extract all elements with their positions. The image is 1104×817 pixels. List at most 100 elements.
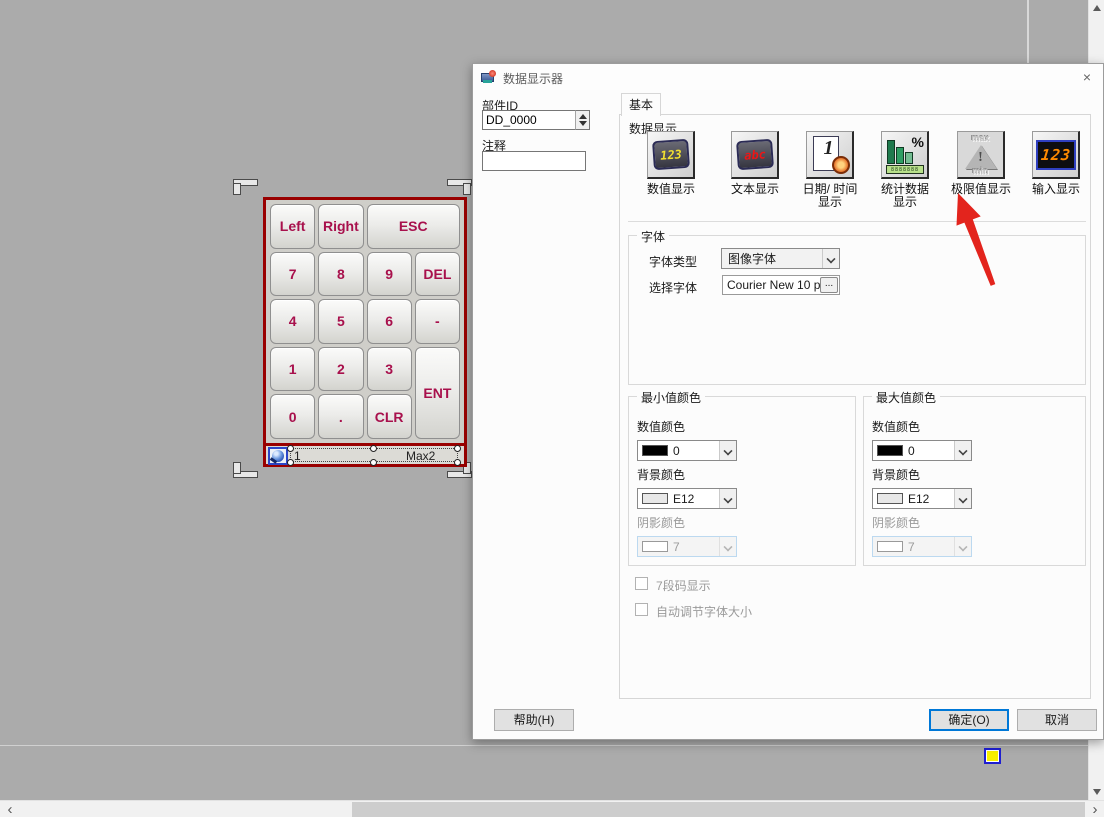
editor-canvas: ‹ › Left Right ESC 7 8 9 DEL 4 5 6 - 1 2… (0, 0, 1104, 817)
key-dot[interactable]: . (318, 394, 363, 439)
limit-display-part[interactable]: 1 Max2 (266, 443, 464, 464)
close-icon[interactable]: × (1079, 69, 1095, 85)
key-8[interactable]: 8 (318, 252, 363, 297)
max-bg-color-label: 背景颜色 (872, 466, 920, 483)
key-1[interactable]: 1 (270, 347, 315, 392)
key-minus[interactable]: - (415, 299, 460, 344)
part-id-input[interactable] (482, 110, 590, 130)
key-esc[interactable]: ESC (367, 204, 461, 249)
key-3[interactable]: 3 (367, 347, 412, 392)
browse-font-button[interactable]: ... (820, 277, 838, 293)
resize-handle[interactable] (370, 459, 377, 466)
scroll-left-icon[interactable]: ‹ (3, 802, 17, 817)
key-9[interactable]: 9 (367, 252, 412, 297)
chevron-down-icon[interactable] (719, 441, 736, 460)
max-shadow-color-select: 7 (872, 536, 972, 557)
resize-handle[interactable] (287, 459, 294, 466)
limit-value-icon: max ! min (957, 131, 1005, 179)
font-select-label: 选择字体 (649, 279, 697, 296)
checkbox-7segment-label: 7段码显示 (656, 577, 711, 594)
key-2[interactable]: 2 (318, 347, 363, 392)
input-display-icon: 123 (1032, 131, 1080, 179)
ok-button[interactable]: 确定(O) (929, 709, 1009, 731)
spinner-down-icon[interactable] (579, 121, 587, 126)
text-display-icon: abc (731, 131, 779, 179)
key-7[interactable]: 7 (270, 252, 315, 297)
key-4[interactable]: 4 (270, 299, 315, 344)
selection-corner-top-left[interactable] (233, 179, 257, 196)
font-select-box[interactable]: Courier New 10 pt ... (722, 275, 840, 295)
max-value-color-label: 数值颜色 (872, 418, 920, 435)
resize-handle[interactable] (287, 445, 294, 452)
max-color-caption: 最大值颜色 (872, 389, 940, 406)
limit-display-min-text: 1 (294, 449, 301, 463)
scroll-down-icon[interactable] (1093, 789, 1101, 795)
resize-handle[interactable] (370, 445, 377, 452)
key-6[interactable]: 6 (367, 299, 412, 344)
min-shadow-color-select: 7 (637, 536, 737, 557)
min-bg-color-select[interactable]: E12 (637, 488, 737, 509)
keypad-grid: Left Right ESC 7 8 9 DEL 4 5 6 - 1 2 3 E… (266, 200, 464, 443)
limit-display-max-text: Max2 (406, 449, 435, 463)
section-separator (628, 221, 1086, 222)
font-type-label: 字体类型 (649, 253, 697, 270)
cancel-button[interactable]: 取消 (1017, 709, 1097, 731)
type-numeric-display[interactable]: 123 数值显示 (633, 131, 709, 196)
dialog-titlebar[interactable]: 数据显示器 × (473, 64, 1103, 90)
scroll-up-icon[interactable] (1093, 5, 1101, 11)
key-right[interactable]: Right (318, 204, 363, 249)
key-0[interactable]: 0 (270, 394, 315, 439)
key-ent[interactable]: ENT (415, 347, 460, 439)
color-swatch (642, 541, 668, 552)
checkbox-icon[interactable] (635, 577, 648, 590)
horizontal-scrollbar[interactable]: ‹ › (0, 800, 1104, 817)
color-swatch (642, 493, 668, 504)
chevron-down-icon[interactable] (954, 489, 971, 508)
keypad-part[interactable]: Left Right ESC 7 8 9 DEL 4 5 6 - 1 2 3 E… (263, 197, 467, 467)
resize-handle[interactable] (454, 445, 461, 452)
max-shadow-color-label: 阴影颜色 (872, 514, 920, 531)
red-annotation-arrow (930, 185, 1010, 295)
font-type-select[interactable]: 图像字体 (721, 248, 840, 269)
chevron-down-icon (954, 537, 971, 556)
min-color-group: 最小值颜色 数值颜色 0 背景颜色 E12 阴影颜色 7 (628, 396, 856, 566)
chevron-down-icon[interactable] (954, 441, 971, 460)
checkbox-icon[interactable] (635, 603, 648, 616)
max-bg-color-select[interactable]: E12 (872, 488, 972, 509)
selection-corner-bottom-left[interactable] (233, 461, 257, 478)
color-swatch (877, 493, 903, 504)
numeric-display-icon: 123 (647, 131, 695, 179)
color-swatch (877, 445, 903, 456)
horizontal-scroll-thumb[interactable] (352, 802, 1085, 817)
font-group: 字体 字体类型 图像字体 选择字体 Courier New 10 pt ... (628, 235, 1086, 385)
max-color-group: 最大值颜色 数值颜色 0 背景颜色 E12 阴影颜色 7 (863, 396, 1086, 566)
min-color-caption: 最小值颜色 (637, 389, 705, 406)
statistics-icon: % 8888888 (881, 131, 929, 179)
resize-handle[interactable] (454, 459, 461, 466)
dialog-title: 数据显示器 (503, 70, 563, 87)
min-shadow-color-label: 阴影颜色 (637, 514, 685, 531)
scroll-right-icon[interactable]: › (1088, 802, 1102, 817)
part-id-spinner[interactable] (575, 110, 590, 130)
key-clr[interactable]: CLR (367, 394, 412, 439)
tab-basic[interactable]: 基本 (621, 93, 661, 116)
max-value-color-select[interactable]: 0 (872, 440, 972, 461)
min-value-color-select[interactable]: 0 (637, 440, 737, 461)
type-text-display[interactable]: abc 文本显示 (717, 131, 793, 196)
key-left[interactable]: Left (270, 204, 315, 249)
key-5[interactable]: 5 (318, 299, 363, 344)
comment-input[interactable] (482, 151, 586, 171)
color-swatch (877, 541, 903, 552)
magnifier-icon[interactable] (268, 447, 288, 465)
font-group-caption: 字体 (637, 228, 669, 245)
type-input-display[interactable]: 123 输入显示 (1018, 131, 1094, 196)
key-del[interactable]: DEL (415, 252, 460, 297)
help-button[interactable]: 帮助(H) (494, 709, 574, 731)
chevron-down-icon[interactable] (822, 249, 839, 268)
yellow-part-marker[interactable] (984, 748, 1001, 764)
selection-corner-top-right[interactable] (447, 179, 471, 196)
chevron-down-icon[interactable] (719, 489, 736, 508)
dialog-icon (481, 70, 496, 84)
type-date-time-display[interactable]: 1 日期/ 时间显示 (792, 131, 868, 209)
spinner-up-icon[interactable] (579, 114, 587, 119)
